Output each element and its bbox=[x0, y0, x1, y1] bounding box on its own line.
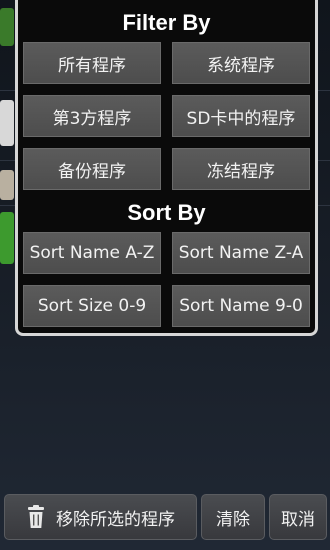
filter-by-title: Filter By bbox=[122, 10, 211, 35]
filter-sort-dialog: Filter By 所有程序 系统程序 第3方程序 SD卡中的程序 备份程序 冻… bbox=[15, 0, 318, 336]
sort-by-title: Sort By bbox=[127, 200, 206, 225]
bottom-action-bar: 移除所选的程序 清除 取消 bbox=[0, 494, 330, 544]
filter-backup-apps-button[interactable]: 备份程序 bbox=[23, 148, 161, 190]
app-icon bbox=[0, 170, 14, 200]
app-icon bbox=[0, 212, 14, 264]
app-icon bbox=[0, 8, 14, 46]
sort-name-za-button[interactable]: Sort Name Z-A bbox=[172, 232, 310, 274]
trash-icon bbox=[26, 505, 46, 529]
filter-third-party-apps-button[interactable]: 第3方程序 bbox=[23, 95, 161, 137]
remove-selected-label: 移除所选的程序 bbox=[56, 509, 175, 530]
filter-frozen-apps-button[interactable]: 冻结程序 bbox=[172, 148, 310, 190]
sort-name-az-button[interactable]: Sort Name A-Z bbox=[23, 232, 161, 274]
filter-all-apps-button[interactable]: 所有程序 bbox=[23, 42, 161, 84]
clear-button[interactable]: 清除 bbox=[201, 494, 265, 540]
sort-size-09-button[interactable]: Sort Size 0-9 bbox=[23, 285, 161, 327]
cancel-button[interactable]: 取消 bbox=[269, 494, 327, 540]
filter-system-apps-button[interactable]: 系统程序 bbox=[172, 42, 310, 84]
remove-selected-button[interactable]: 移除所选的程序 bbox=[4, 494, 197, 540]
sort-name-90-button[interactable]: Sort Name 9-0 bbox=[172, 285, 310, 327]
filter-sd-card-apps-button[interactable]: SD卡中的程序 bbox=[172, 95, 310, 137]
app-icon bbox=[0, 100, 14, 146]
